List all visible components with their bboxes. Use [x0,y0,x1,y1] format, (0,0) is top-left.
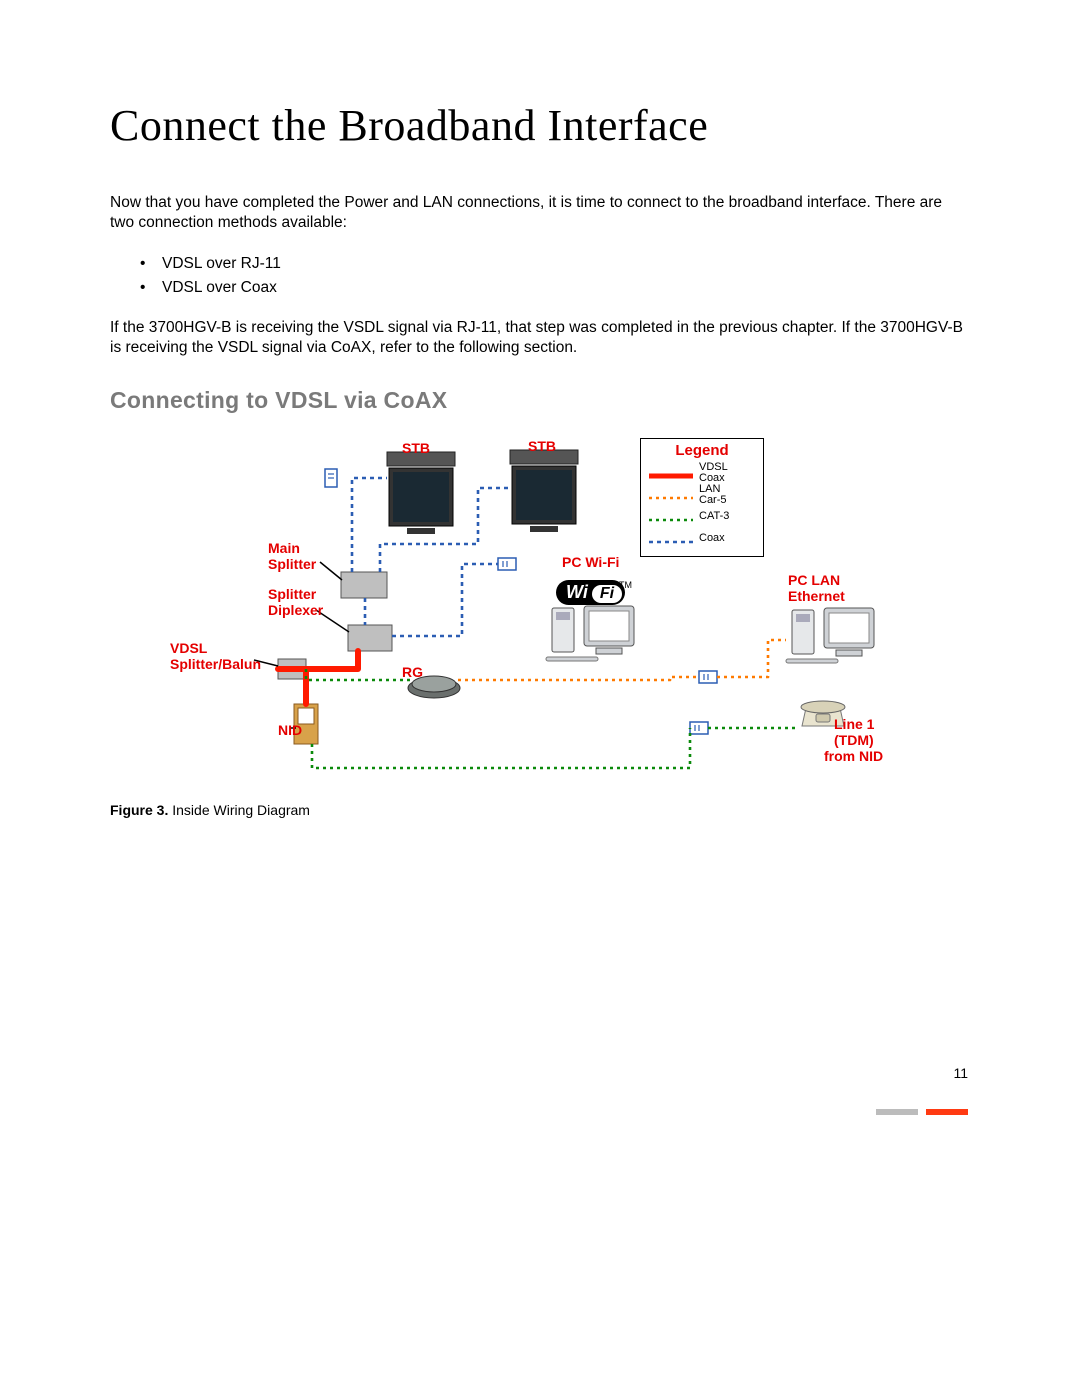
label-stb: STB [402,440,430,456]
body-paragraph: If the 3700HGV-B is receiving the VSDL s… [110,318,970,359]
stb-icon [387,452,455,534]
label-pc-lan: Ethernet [788,588,845,604]
label-main-splitter: Main [268,540,300,556]
label-stb: STB [528,438,556,454]
legend-swatch-vdsl-coax [649,468,693,478]
label-splitter-diplexer: Diplexer [268,602,323,618]
list-item: VDSL over RJ-11 [162,252,970,276]
label-line1: from NID [824,748,883,764]
label-main-splitter: Splitter [268,556,316,572]
legend-swatch-cat3 [649,512,693,522]
legend-swatch-lan [649,490,693,500]
wifi-icon: WiFi [556,580,625,605]
pc-icon [786,608,874,663]
wiring-diagram: WiFi TM STB STB Main Splitter Splitter D… [170,428,890,788]
legend-title: Legend [641,439,763,462]
page: Connect the Broadband Interface Now that… [0,0,1080,1397]
intro-paragraph: Now that you have completed the Power an… [110,193,970,234]
label-line1: Line 1 [834,716,874,732]
list-item: VDSL over Coax [162,276,970,300]
label-rg: RG [402,664,423,680]
label-pc-wifi: PC Wi-Fi [562,554,619,570]
page-number: 11 [953,1065,968,1081]
footer-decor [876,1109,968,1115]
figure-caption: Figure 3. Inside Wiring Diagram [110,802,970,818]
label-pc-lan: PC LAN [788,572,840,588]
legend-box: Legend VDSLCoax LANCar-5 CAT-3 Coax [640,438,764,557]
wifi-tm: TM [619,580,632,590]
label-vdsl-splitter: VDSL [170,640,207,656]
bullet-list: VDSL over RJ-11 VDSL over Coax [110,252,970,300]
label-vdsl-splitter: Splitter/Balun [170,656,261,672]
label-nid: NID [278,722,302,738]
section-heading: Connecting to VDSL via CoAX [110,387,970,414]
label-line1: (TDM) [834,732,874,748]
stb-icon [510,450,578,532]
page-title: Connect the Broadband Interface [110,100,970,151]
pc-icon [546,606,634,661]
label-splitter-diplexer: Splitter [268,586,316,602]
legend-swatch-coax [649,534,693,544]
